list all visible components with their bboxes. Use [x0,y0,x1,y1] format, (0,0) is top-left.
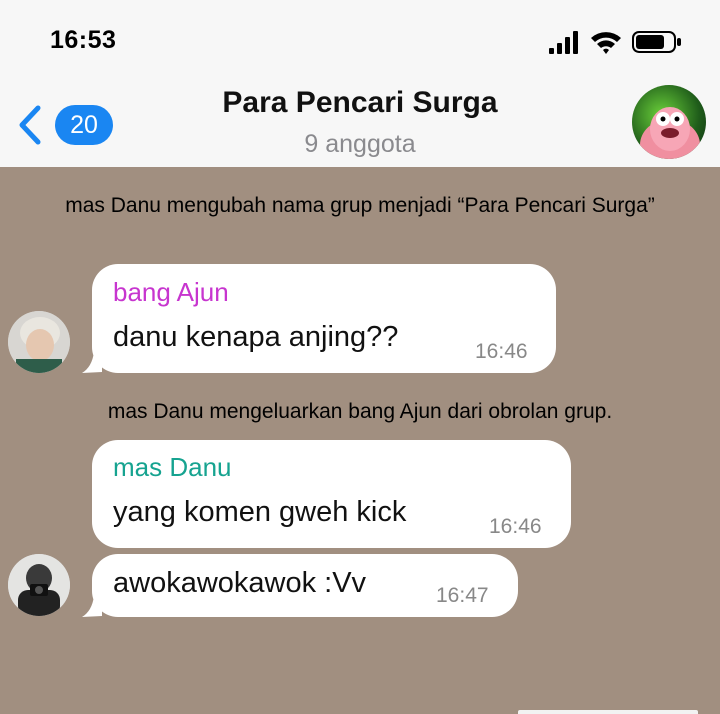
message-bubble[interactable]: awokawokawok :Vv 16:47 [92,554,518,617]
sender-name[interactable]: mas Danu [113,452,232,483]
status-time: 16:53 [50,26,117,54]
message-bubble[interactable]: mas Danu yang komen gweh kick 16:46 [92,440,571,548]
battery-icon [632,31,681,53]
wifi-icon [591,32,621,54]
message-bubble[interactable]: bang Ajun danu kenapa anjing?? 16:46 [92,264,556,373]
chat-title[interactable]: Para Pencari Surga [0,86,720,120]
avatar-mas-danu[interactable] [8,554,70,616]
system-message-rename: mas Danu mengubah nama grup menjadi “Par… [65,194,655,217]
member-count[interactable]: 9 anggota [0,130,720,159]
message-time: 16:46 [475,340,528,363]
chat-header: 16:53 20 Para Pencari Surga 9 anggota [0,0,720,167]
sender-name[interactable]: bang Ajun [113,277,229,308]
message-text: awokawokawok :Vv [113,567,367,599]
system-message-removed: mas Danu mengeluarkan bang Ajun dari obr… [107,400,613,423]
signal-icon [549,31,578,54]
message-text: danu kenapa anjing?? [113,321,399,353]
message-time: 16:46 [489,515,542,538]
status-icons [549,28,684,63]
avatar-bang-ajun[interactable] [8,311,70,373]
message-time: 16:47 [436,584,489,607]
input-bar-edge [518,710,698,714]
group-avatar[interactable] [632,85,706,159]
message-text: yang komen gweh kick [113,496,407,528]
